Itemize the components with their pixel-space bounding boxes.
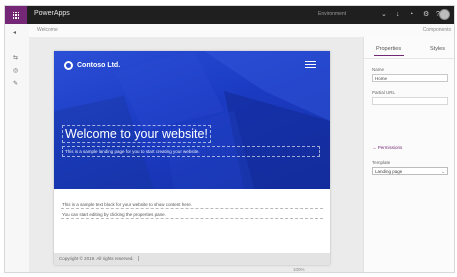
site-footer[interactable]: Copyright © 2019. All rights reserved. xyxy=(54,253,330,265)
active-tab-indicator xyxy=(374,55,404,56)
design-canvas: Contoso Ltd. Welcome to your website! Th… xyxy=(29,37,363,272)
permissions-link-text: Permissions xyxy=(377,145,403,150)
left-rail: ◂ ⇆ ◎ ✎ xyxy=(5,24,30,272)
chevron-down-icon: ⌄ xyxy=(441,169,445,174)
zoom-indicator[interactable]: 100% xyxy=(293,267,305,272)
template-label: Template xyxy=(372,160,391,165)
chevron-down-icon[interactable]: ⌄ xyxy=(381,11,387,18)
template-select[interactable]: Landing page ⌄ xyxy=(372,167,448,175)
content-line-2[interactable]: You can start editing by clicking the pr… xyxy=(61,211,323,219)
zoom-value: 100% xyxy=(293,267,305,272)
environment-label[interactable]: Environment xyxy=(318,11,346,17)
name-field[interactable]: Home xyxy=(372,74,448,82)
content-line-1[interactable]: This is a sample text block for your web… xyxy=(61,201,323,209)
partial-url-label: Partial URL xyxy=(372,90,396,95)
app-title: PowerApps xyxy=(34,10,70,17)
components-icon[interactable]: ⇆ xyxy=(13,54,18,61)
hero-section[interactable]: Contoso Ltd. Welcome to your website! Th… xyxy=(54,51,330,189)
permissions-link[interactable]: → Permissions xyxy=(372,145,402,150)
template-value: Landing page xyxy=(375,169,403,174)
components-button[interactable]: Components xyxy=(423,27,451,33)
command-bar: Welcome Components xyxy=(29,24,454,38)
menu-icon[interactable] xyxy=(305,61,316,71)
panel-divider xyxy=(364,58,454,59)
settings-icon[interactable]: ⚙ xyxy=(423,11,429,18)
site-logo[interactable]: Contoso Ltd. xyxy=(64,61,120,70)
breadcrumb[interactable]: Welcome xyxy=(37,27,58,33)
pages-icon[interactable]: ◂ xyxy=(13,29,16,36)
logo-text: Contoso Ltd. xyxy=(77,62,121,69)
name-label: Name xyxy=(372,67,385,72)
waffle-icon xyxy=(12,11,20,19)
website-page: Contoso Ltd. Welcome to your website! Th… xyxy=(54,51,330,265)
app-launcher-button[interactable] xyxy=(5,6,27,24)
tab-styles[interactable]: Styles xyxy=(430,46,445,52)
settings-icon[interactable]: ✎ xyxy=(13,80,18,87)
content-section: This is a sample text block for your web… xyxy=(54,201,330,249)
partial-url-field[interactable] xyxy=(372,97,448,105)
hero-background-shapes xyxy=(54,51,330,189)
top-bar: PowerApps Environment ⌄ ↓ ◔ ⚙ ? xyxy=(5,6,454,24)
download-icon[interactable]: ↓ xyxy=(396,11,400,18)
app-window: PowerApps Environment ⌄ ↓ ◔ ⚙ ? ◂ ⇆ ◎ ✎ … xyxy=(4,5,455,273)
themes-icon[interactable]: ◎ xyxy=(13,67,18,74)
logo-icon xyxy=(64,61,73,70)
hero-headline[interactable]: Welcome to your website! xyxy=(62,125,211,143)
properties-panel: Properties Styles Name Home Partial URL … xyxy=(363,37,454,272)
hero-subtitle[interactable]: This is a sample landing page for you to… xyxy=(62,146,320,157)
tab-properties[interactable]: Properties xyxy=(376,46,401,52)
notification-icon[interactable]: ◔ xyxy=(409,11,413,18)
footer-text: Copyright © 2019. All rights reserved. xyxy=(59,256,139,261)
avatar[interactable] xyxy=(439,9,450,20)
